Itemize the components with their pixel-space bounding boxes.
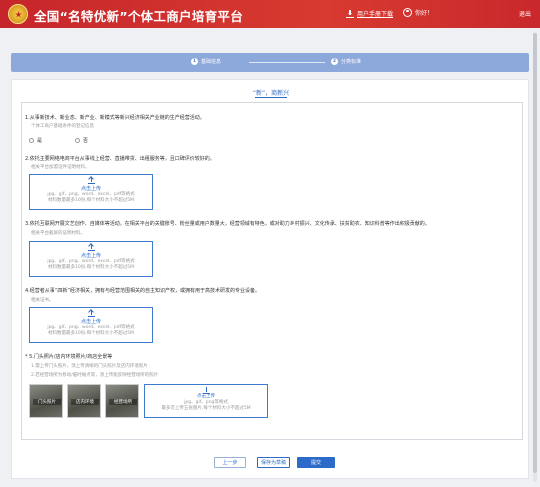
step-connector: [249, 62, 325, 63]
upload-label: 点击上传: [80, 319, 101, 325]
question-1-hint: 个体工商户基础条件的登记信息: [31, 124, 94, 129]
submit-button[interactable]: 提交: [297, 457, 335, 468]
question-3: 3.依托互联网开展文艺创作、自媒体等活动，在相关平台的关键账号、粉丝量或用户数量…: [25, 221, 430, 227]
upload-icon: [87, 244, 95, 251]
question-3-hint: 相关平台截屏的证明材料。: [31, 231, 85, 236]
site-title: 全国“名特优新”个体工商户培育平台: [34, 9, 244, 24]
radio-no[interactable]: 否: [75, 137, 88, 144]
photo-caption: 经营场所: [109, 399, 137, 405]
scrollbar-thumb[interactable]: [533, 33, 537, 473]
logout-button[interactable]: 退出: [519, 9, 531, 18]
upload-limit: 材料数量最多10份,每个材料大小不超过5M: [48, 265, 134, 270]
upload-box-q3[interactable]: 点击上传 jpg、gif、png、word、excel、pdf等格式 材料数量最…: [29, 241, 153, 277]
upload-label: 点击上传: [80, 186, 101, 192]
radio-label: 是: [37, 138, 43, 144]
national-emblem-icon: [8, 4, 28, 24]
step-label: 基础信息: [201, 59, 222, 65]
radio-circle: [75, 138, 80, 143]
upload-label: 点击上传: [80, 253, 101, 259]
step-category-standard[interactable]: 2 分类标准: [331, 58, 361, 65]
photo-thumbnail[interactable]: 门头照片: [29, 384, 63, 418]
upload-box-q2[interactable]: 点击上传 jpg、gif、png、word、excel、pdf等格式 材料数量最…: [29, 174, 153, 210]
user-icon: [403, 8, 412, 17]
question-4: 4.经营者从事“四新”经济相关，拥有与经营范围相关的自主知识产权，或拥有用于高技…: [25, 288, 260, 294]
user-greeting[interactable]: 你好！: [403, 8, 433, 17]
upload-icon: [87, 310, 95, 317]
top-header: 全国“名特优新”个体工商户培育平台 用户手册下载 你好！ 退出: [0, 0, 540, 28]
radio-label: 否: [83, 138, 89, 144]
form-card: “新”，商新兴: [11, 79, 529, 479]
upload-icon: [87, 177, 95, 184]
question-5-hint-1: 1.需上传门头照片，须上传清晰的门头照片及店内环境照片: [31, 364, 148, 369]
question-2-hint: 相关平台加盟证件证明材料。: [31, 165, 90, 170]
photo-caption: 门头照片: [33, 399, 61, 405]
radio-yes[interactable]: 是: [29, 137, 42, 144]
upload-limit: 材料数量最多10份,每个材料大小不超过5M: [48, 331, 134, 336]
photo-caption: 店内环境: [71, 399, 99, 405]
radio-circle: [29, 138, 34, 143]
upload-limit: 最多可上传五张图片,每个材料大小不超过5M: [161, 406, 251, 411]
step-label: 分类标准: [341, 59, 362, 65]
step-progress-bar: 1 基础信息 2 分类标准: [11, 53, 529, 72]
section-title: “新”，商新兴: [12, 88, 530, 98]
upload-icon: [202, 387, 210, 394]
step-basic-info[interactable]: 1 基础信息: [191, 58, 221, 65]
save-draft-button[interactable]: 保存为草稿: [257, 457, 290, 468]
photo-thumbnail[interactable]: 店内环境: [67, 384, 101, 418]
question-4-hint: 相关证书。: [31, 298, 54, 303]
question-1: 1.从事新技术、新业态、新产业、新模式等新兴经济相关产业链的生产经营活动。: [25, 115, 205, 121]
manual-download-label: 用户手册下载: [357, 11, 394, 18]
question-2: 2.依托主要网络电商平台从事线上经营、直播带货、出租服务等，且口碑评价较好的。: [25, 156, 215, 162]
manual-download-link[interactable]: 用户手册下载: [346, 9, 393, 18]
photo-thumbnail[interactable]: 经营场所: [105, 384, 139, 418]
step-number: 2: [331, 58, 338, 65]
download-icon: [346, 9, 354, 18]
question-5: * 5.门头照片/店内环境照片/商店全景等: [25, 354, 113, 360]
step-number: 1: [191, 58, 198, 65]
previous-step-button[interactable]: 上一步: [214, 457, 246, 468]
upload-box-q4[interactable]: 点击上传 jpg、gif、png、word、excel、pdf等格式 材料数量最…: [29, 307, 153, 343]
question-5-hint-2: 2.若经营场所为移动/临时摊点等，须上传能反映经营场所的照片: [31, 373, 159, 378]
upload-limit: 材料数量最多10份,每个材料大小不超过5M: [48, 198, 134, 203]
upload-box-photos[interactable]: 点击上传 jpg、gif、png等格式 最多可上传五张图片,每个材料大小不超过5…: [144, 384, 268, 418]
greeting-text: 你好！: [415, 10, 434, 17]
